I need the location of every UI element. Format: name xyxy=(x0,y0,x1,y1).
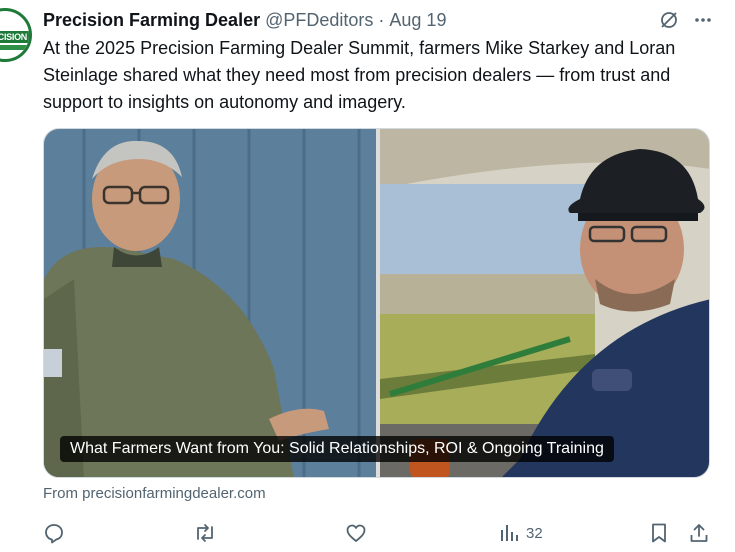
photo-loran-steinlage xyxy=(380,129,709,477)
share-button[interactable] xyxy=(688,520,710,546)
bookmark-icon xyxy=(649,522,669,544)
media-caption: What Farmers Want from You: Solid Relati… xyxy=(60,436,614,462)
author-handle[interactable]: @PFDeditors xyxy=(265,10,373,31)
post-media[interactable]: What Farmers Want from You: Solid Relati… xyxy=(43,128,710,478)
post-text: At the 2025 Precision Farming Dealer Sum… xyxy=(43,38,676,112)
repost-button[interactable] xyxy=(193,520,217,546)
views-icon xyxy=(498,522,520,544)
post-header: Precision Farming Dealer @PFDeditors · A… xyxy=(43,8,446,32)
avatar-logo-stripe xyxy=(0,45,29,50)
photo-mike-starkey xyxy=(44,129,376,477)
avatar[interactable]: CISION xyxy=(0,8,32,62)
views-button[interactable]: 32 xyxy=(498,520,543,546)
views-count: 32 xyxy=(526,524,543,542)
repost-icon xyxy=(193,522,217,544)
separator-dot: · xyxy=(378,9,385,30)
share-icon xyxy=(688,522,710,544)
avatar-logo-text: CISION xyxy=(0,31,29,43)
more-icon[interactable] xyxy=(693,10,713,30)
header-actions xyxy=(659,8,713,32)
action-bar: 32 xyxy=(43,520,713,546)
bookmark-button[interactable] xyxy=(649,520,669,546)
author-name[interactable]: Precision Farming Dealer xyxy=(43,10,260,31)
link-source[interactable]: From precisionfarmingdealer.com xyxy=(43,485,266,502)
like-button[interactable] xyxy=(345,520,367,546)
like-icon xyxy=(345,522,367,544)
grok-icon[interactable] xyxy=(659,10,679,30)
post-date[interactable]: Aug 19 xyxy=(389,10,446,31)
reply-button[interactable] xyxy=(43,520,65,546)
reply-icon xyxy=(43,522,65,544)
